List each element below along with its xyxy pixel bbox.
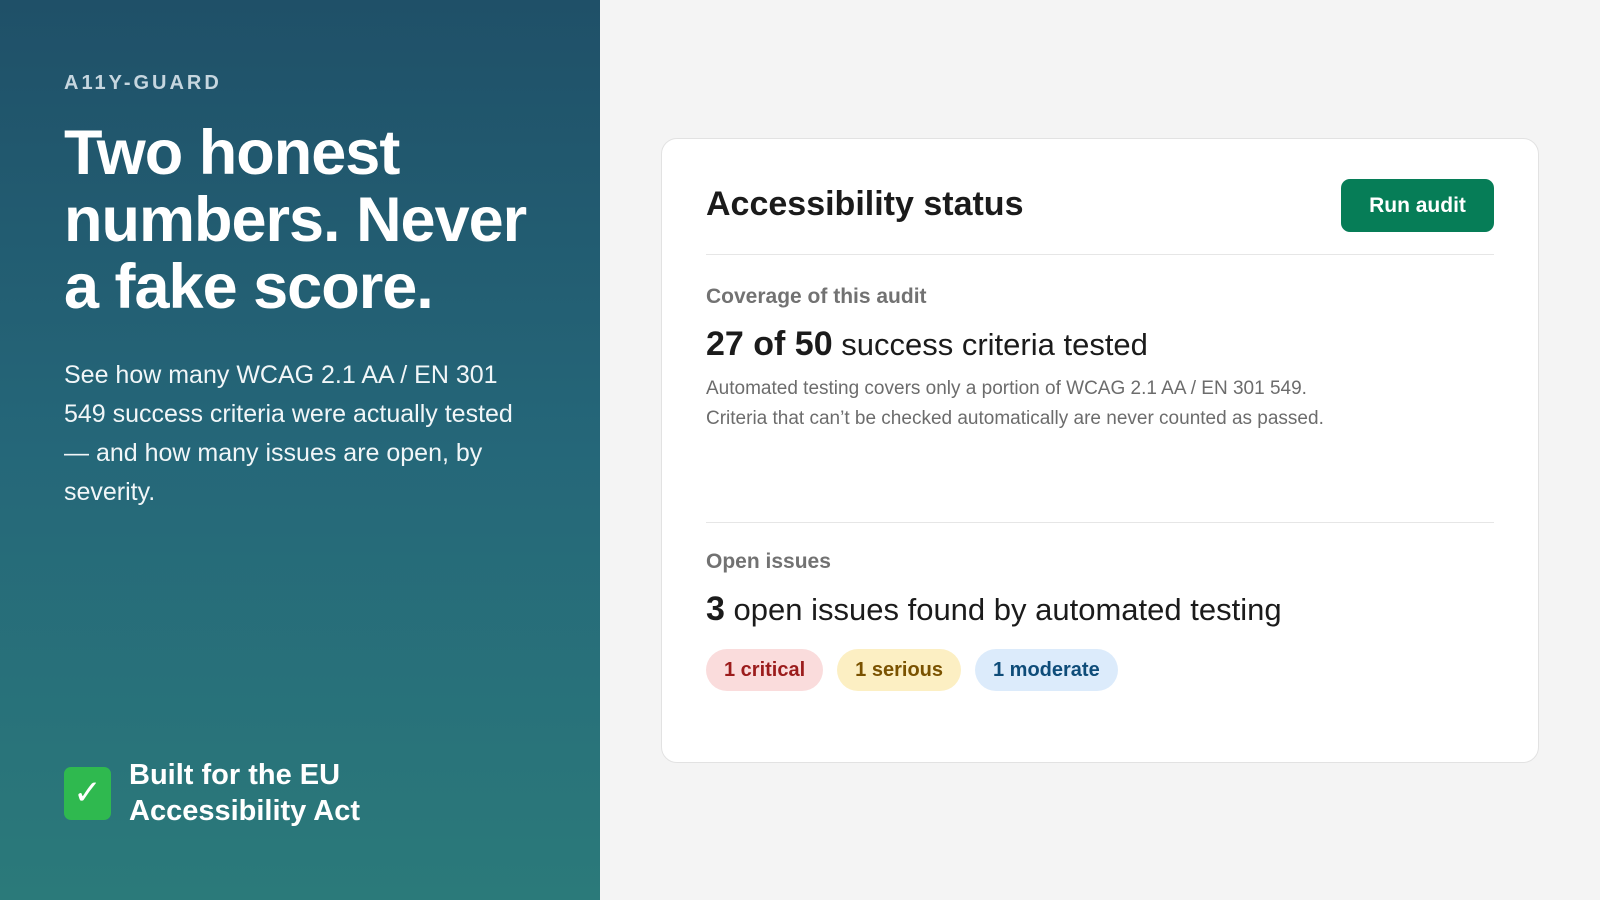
card-header: Accessibility status Run audit <box>706 179 1494 255</box>
severity-pill-moderate: 1 moderate <box>975 649 1118 691</box>
hero-description: See how many WCAG 2.1 AA / EN 301 549 su… <box>64 361 513 506</box>
open-issues-section: Open issues 3 open issues found by autom… <box>706 550 1494 691</box>
open-issues-summary-text: open issues found by automated testing <box>724 592 1282 627</box>
accessibility-status-card: Accessibility status Run audit Coverage … <box>661 138 1539 763</box>
coverage-section: Coverage of this audit 27 of 50 success … <box>706 285 1494 523</box>
severity-pills: 1 critical 1 serious 1 moderate <box>706 649 1494 691</box>
open-issues-count: 3 <box>706 590 725 628</box>
open-issues-label: Open issues <box>706 550 831 573</box>
hero-headline: Two honest numbers. Never a fake score. <box>64 118 527 322</box>
coverage-label: Coverage of this audit <box>706 285 927 308</box>
run-audit-button[interactable]: Run audit <box>1341 179 1494 232</box>
open-issues-summary: 3 open issues found by automated testing <box>706 590 1494 629</box>
severity-pill-serious: 1 serious <box>837 649 961 691</box>
coverage-note: Automated testing covers only a portion … <box>706 378 1324 429</box>
eu-act-badge-text: Built for the EU Accessibility Act <box>129 759 361 827</box>
brand-logo-text: A11Y-GUARD <box>64 72 222 94</box>
coverage-summary-text: success criteria tested <box>832 327 1148 362</box>
severity-pill-critical: 1 critical <box>706 649 824 691</box>
coverage-count: 27 of 50 <box>706 325 833 363</box>
coverage-summary: 27 of 50 success criteria tested <box>706 325 1494 364</box>
hero-panel: A11Y-GUARD Two honest numbers. Never a f… <box>0 0 600 900</box>
card-title: Accessibility status <box>706 185 1024 223</box>
eu-act-badge: ✓ Built for the EU Accessibility Act <box>64 757 429 829</box>
checkmark-icon: ✓ <box>64 766 111 820</box>
